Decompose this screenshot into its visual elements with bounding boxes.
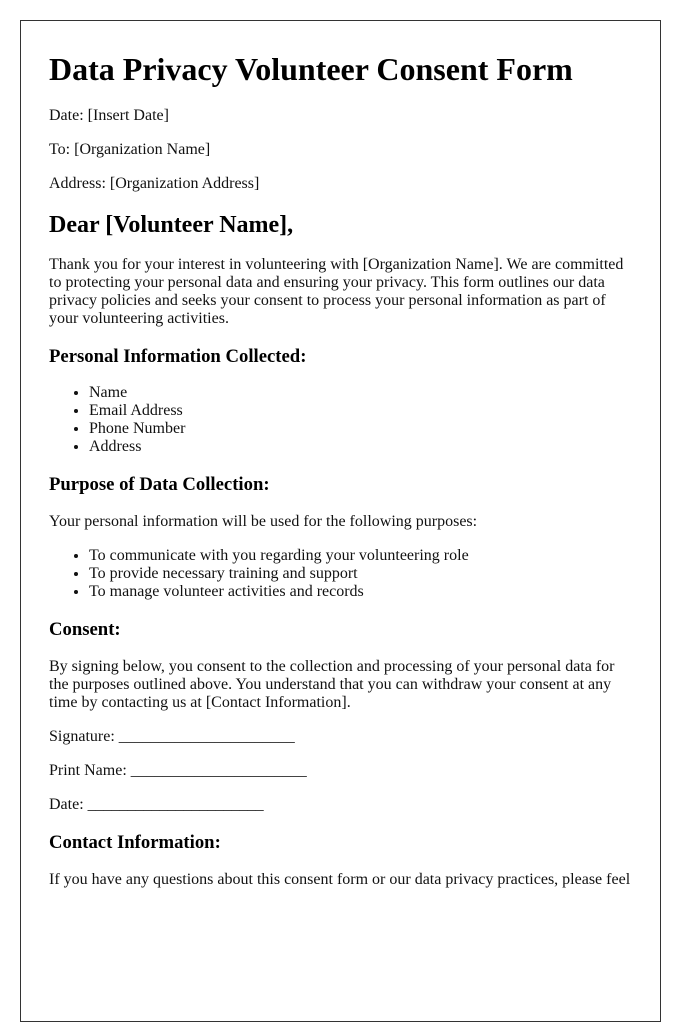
contact-heading: Contact Information: xyxy=(49,832,221,853)
consent-heading: Consent: xyxy=(49,619,121,640)
list-item: Address xyxy=(89,438,632,456)
contact-text: If you have any questions about this con… xyxy=(49,871,631,888)
personal-info-heading: Personal Information Collected: xyxy=(49,346,307,367)
to-line: To: [Organization Name] xyxy=(49,141,632,159)
list-item: To provide necessary training and suppor… xyxy=(89,565,632,583)
list-item: Name xyxy=(89,384,632,402)
document-page: Data Privacy Volunteer Consent Form Date… xyxy=(20,20,661,1022)
signature-date-label: Date: xyxy=(49,796,84,813)
address-line: Address: [Organization Address] xyxy=(49,175,632,193)
signature-label: Signature: xyxy=(49,728,115,745)
intro-paragraph: Thank you for your interest in volunteer… xyxy=(49,256,624,327)
date-value: [Insert Date] xyxy=(87,107,169,124)
print-name-line: Print Name: ______________________ xyxy=(49,762,632,780)
list-item: Email Address xyxy=(89,402,632,420)
list-item: To communicate with you regarding your v… xyxy=(89,547,632,565)
address-label: Address: xyxy=(49,175,106,192)
print-name-label: Print Name: xyxy=(49,762,127,779)
signature-date-blank[interactable]: ______________________ xyxy=(88,796,264,814)
to-value: [Organization Name] xyxy=(74,141,211,158)
consent-text: By signing below, you consent to the col… xyxy=(49,658,615,711)
date-line: Date: [Insert Date] xyxy=(49,107,632,125)
signature-line: Signature: ______________________ xyxy=(49,728,632,746)
personal-info-list: Name Email Address Phone Number Address xyxy=(49,384,632,456)
list-item: To manage volunteer activities and recor… xyxy=(89,583,632,601)
purpose-heading: Purpose of Data Collection: xyxy=(49,474,270,495)
signature-blank[interactable]: ______________________ xyxy=(119,728,295,746)
document-title: Data Privacy Volunteer Consent Form xyxy=(49,51,573,87)
print-name-blank[interactable]: ______________________ xyxy=(131,762,307,780)
purpose-text: Your personal information will be used f… xyxy=(49,513,478,530)
date-label: Date: xyxy=(49,107,84,124)
purpose-list: To communicate with you regarding your v… xyxy=(49,547,632,601)
signature-date-line: Date: ______________________ xyxy=(49,796,632,814)
to-label: To: xyxy=(49,141,71,158)
salutation: Dear [Volunteer Name], xyxy=(49,212,294,238)
address-value: [Organization Address] xyxy=(109,175,260,192)
list-item: Phone Number xyxy=(89,420,632,438)
